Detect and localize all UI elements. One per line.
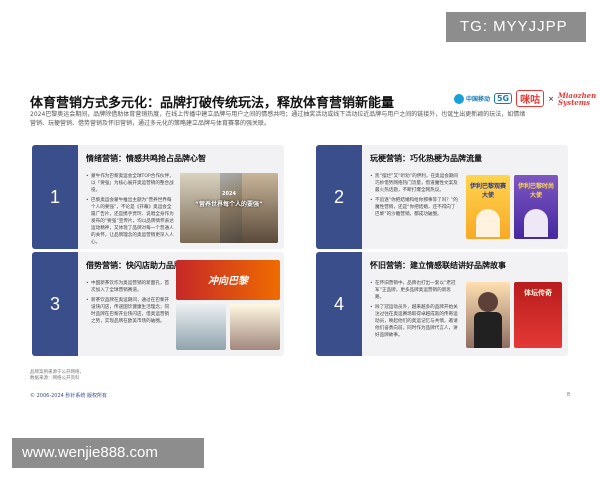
photo-year: 2024 [222, 191, 236, 197]
footnote-line: 数据来源：网络公开资料 [30, 376, 80, 381]
card-bullets: 中国新茶饮作为奥运营销的新面孔，首次加入了全球营销赛道。 新茶饮品牌在奥运期间，… [86, 280, 170, 328]
copyright: © 2006-2024 秒针系统 版权所有 [30, 393, 108, 399]
page-number: 8 [566, 392, 570, 398]
china-mobile-icon [453, 93, 464, 104]
china-mobile-logo: 中国移动 [453, 93, 490, 104]
poster-figure [524, 209, 548, 237]
popup-store-banner: 冲向巴黎 [176, 260, 280, 300]
migu-logo: 咪咕 [516, 90, 545, 107]
photo-region-left [180, 173, 220, 243]
china-mobile-text: 中国移动 [465, 96, 490, 103]
card-meme-marketing: 2 玩梗营销：巧化热梗为品牌流量 凯“摆烂”又“听劝”的伊利，在奥运会期间巧妙借… [316, 145, 568, 249]
bullet: 中国新茶饮作为奥运营销的新面孔，首次加入了全球营销赛道。 [86, 280, 170, 294]
photo-slogan: “营养世界每个人的要强” [195, 201, 263, 208]
legend-athlete-photo [466, 282, 510, 348]
watermark-top: TG: MYYJJPP [446, 12, 586, 42]
bullet: 蒙牛作为巴黎奥运会全球TOP合作伙伴，以「要强」为核心展开奥运营销的整合战役。 [86, 173, 174, 194]
card-title: 玩梗营销：巧化热梗为品牌流量 [370, 154, 482, 163]
bullet: 不追逐“你把结婚和给你那事等了吗？”的魔性营销，还是“你把结婚，还不得向了巴黎”… [370, 197, 460, 218]
poster-figure [476, 209, 500, 237]
logo-separator: × [548, 94, 554, 103]
bullet: 在怀旧营销中，品牌也打出一套以“老冠军”正品牌，更多品牌奥运营销的新思路。 [370, 280, 460, 301]
mengniu-campaign-image: 2024 “营养世界每个人的要强” [180, 173, 278, 243]
bullet: 除了冠运动员外，越来越多的品牌开始关注过往在奥运赛场取得卓越成就的传奇运动员，唤… [370, 304, 460, 339]
card-bullets: 凯“摆烂”又“听劝”的伊利，在奥运会期间巧妙借势网络热门流量，借道魔性文案及最火… [370, 173, 460, 221]
card-trend-marketing: 3 借势营销：快闪店助力品牌出海 中国新茶饮作为奥运营销的新面孔，首次加入了全球… [32, 252, 284, 356]
card-title: 怀旧营销：建立情感联结讲好品牌故事 [370, 261, 506, 270]
bullet: 巴黎奥运会蒙牛推出主题为“营养世界每个人的要强”，不论是《开幕》奥运会全篇广告片… [86, 197, 174, 246]
source-footnote: 品牌案例来源于公开网络， 数据来源：网络公开资料 [30, 370, 84, 382]
partner-logos: 中国移动 5G 咪咕 × Miaozhen Systems [453, 90, 597, 107]
fiveg-logo: 5G [493, 93, 513, 104]
card-number: 2 [316, 145, 362, 249]
athlete-head [478, 292, 498, 312]
watermark-bottom: www.wenjie888.com [12, 438, 204, 468]
legend-campaign-poster: 体坛传奇 [514, 282, 562, 348]
athlete-body [474, 312, 502, 348]
photo-region-right [242, 173, 278, 243]
yili-poster-1: 伊利巴黎观赛大使 [466, 175, 510, 239]
popup-store-photo-1 [176, 304, 226, 350]
card-nostalgia-marketing: 4 怀旧营销：建立情感联结讲好品牌故事 在怀旧营销中，品牌也打出一套以“老冠军”… [316, 252, 568, 356]
page-title: 体育营销方式多元化：品牌打破传统玩法，释放体育营销新能量 [30, 96, 395, 111]
bullet: 凯“摆烂”又“听劝”的伊利，在奥运会期间巧妙借势网络热门流量，借道魔性文案及最火… [370, 173, 460, 194]
card-number: 1 [32, 145, 78, 249]
poster-text: 体坛传奇 [524, 288, 552, 297]
poster-text: 伊利巴黎时尚大使 [517, 183, 554, 199]
card-number: 4 [316, 252, 362, 356]
intro-paragraph: 2024巴黎奥运会期间，品牌除借助体育营销热度，在线上传播中建立品牌与用户之间的… [30, 111, 526, 127]
poster-text: 伊利巴黎观赛大使 [469, 183, 506, 199]
banner-text: 冲向巴黎 [208, 276, 248, 287]
card-emotion-marketing: 1 情绪营销：情感共鸣抢占品牌心智 蒙牛作为巴黎奥运会全球TOP合作伙伴，以「要… [32, 145, 284, 249]
card-title: 情绪营销：情感共鸣抢占品牌心智 [86, 154, 206, 163]
bullet: 新茶饮品牌在奥运期间，通过在巴黎开设快闪店，传递国饮健康生活理念；同时品牌在巴黎… [86, 297, 170, 325]
popup-store-photo-2 [230, 304, 280, 350]
yili-poster-2: 伊利巴黎时尚大使 [514, 175, 558, 239]
card-bullets: 蒙牛作为巴黎奥运会全球TOP合作伙伴，以「要强」为核心展开奥运营销的整合战役。 … [86, 173, 174, 249]
miaozhen-logo: Miaozhen Systems [558, 90, 597, 107]
card-number: 3 [32, 252, 78, 356]
card-bullets: 在怀旧营销中，品牌也打出一套以“老冠军”正品牌，更多品牌奥运营销的新思路。 除了… [370, 280, 460, 342]
